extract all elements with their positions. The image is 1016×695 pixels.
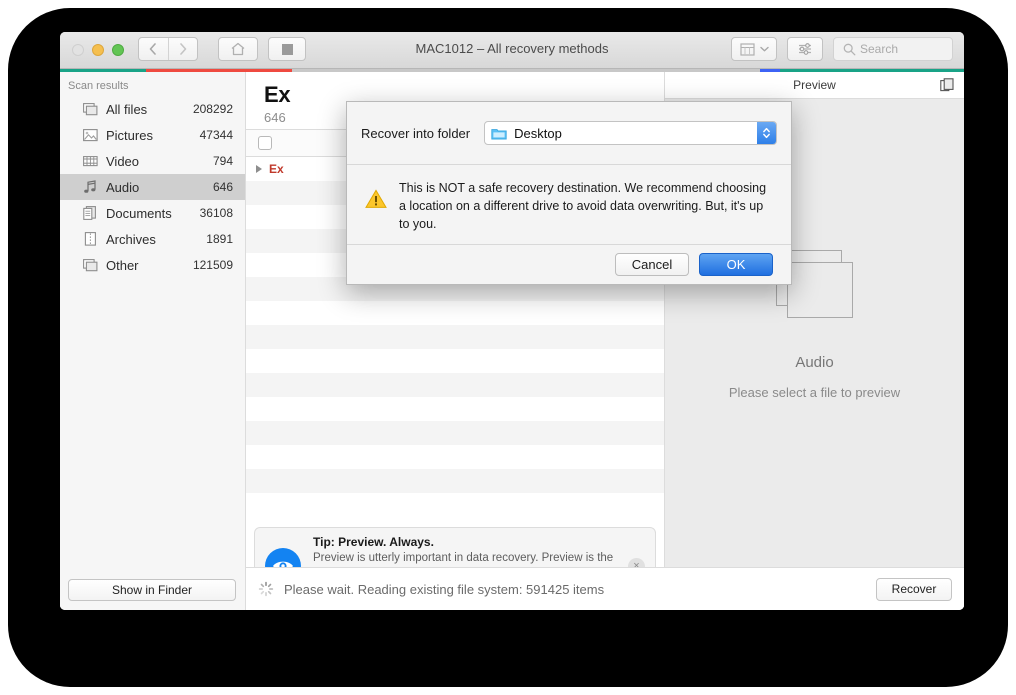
sidebar-item-label: Video: [106, 153, 140, 169]
sidebar-item-documents[interactable]: Documents 36108: [60, 200, 245, 226]
dialog-warning-message: This is NOT a safe recovery destination.…: [399, 181, 767, 232]
table-row[interactable]: [246, 325, 664, 349]
preview-kind-label: Audio: [795, 354, 834, 371]
recover-destination-dialog: Recover into folder Desktop This is NOT …: [346, 101, 792, 285]
select-all-checkbox[interactable]: [258, 136, 272, 150]
status-message: Please wait. Reading existing file syste…: [284, 581, 605, 597]
dialog-folder-row: Recover into folder Desktop: [347, 102, 791, 165]
screenshot-root: MAC1012 – All recovery methods Search Sc…: [0, 0, 1016, 695]
sidebar-item-count: 121509: [192, 258, 233, 272]
sidebar-item-count: 36108: [199, 206, 233, 220]
sidebar-item-count: 47344: [199, 128, 233, 142]
stepper-updown-icon[interactable]: [757, 122, 776, 144]
dialog-folder-label: Recover into folder: [361, 125, 471, 141]
expand-triangle-icon[interactable]: [256, 165, 262, 173]
sidebar-item-video[interactable]: Video 794: [60, 148, 245, 174]
sidebar-item-archives[interactable]: Archives 1891: [60, 226, 245, 252]
row-label: Ex: [269, 162, 284, 176]
dialog-buttons: Cancel OK: [347, 245, 791, 284]
sidebar-item-label: Documents: [106, 205, 172, 221]
app-window: MAC1012 – All recovery methods Search Sc…: [60, 32, 964, 610]
sidebar-item-label: Other: [106, 257, 139, 273]
view-mode-button[interactable]: [731, 37, 777, 61]
preview-header-title: Preview: [793, 78, 836, 92]
folder-icon: [491, 127, 507, 140]
table-row[interactable]: [246, 445, 664, 469]
sidebar: Scan results All files 208292 Pictures 4…: [60, 72, 246, 610]
pictures-icon: [82, 127, 98, 143]
folder-select[interactable]: Desktop: [484, 121, 777, 145]
sidebar-item-other[interactable]: Other 121509: [60, 252, 245, 278]
sidebar-item-count: 794: [212, 154, 233, 168]
preview-header: Preview: [665, 72, 964, 99]
sidebar-item-label: Audio: [106, 179, 140, 195]
ok-button[interactable]: OK: [699, 253, 773, 276]
other-icon: [82, 257, 98, 273]
sidebar-item-all-files[interactable]: All files 208292: [60, 96, 245, 122]
title-bar: MAC1012 – All recovery methods Search: [60, 32, 964, 69]
cancel-button[interactable]: Cancel: [615, 253, 689, 276]
sidebar-item-pictures[interactable]: Pictures 47344: [60, 122, 245, 148]
filter-sliders-icon: [799, 43, 811, 55]
show-in-finder-button[interactable]: Show in Finder: [68, 579, 236, 601]
sidebar-item-label: Pictures: [106, 127, 153, 143]
sidebar-item-count: 208292: [192, 102, 233, 116]
all-files-icon: [82, 101, 98, 117]
table-row[interactable]: [246, 469, 664, 493]
table-row[interactable]: [246, 421, 664, 445]
chevron-down-icon: [759, 46, 769, 52]
filter-button[interactable]: [787, 37, 823, 61]
warning-triangle-icon: [365, 189, 387, 209]
dialog-warning-row: This is NOT a safe recovery destination.…: [347, 165, 791, 245]
stacked-files-front: [786, 262, 853, 318]
table-row[interactable]: [246, 397, 664, 421]
search-placeholder: Search: [860, 42, 899, 56]
sidebar-item-count: 646: [212, 180, 233, 194]
preview-hint: Please select a file to preview: [728, 385, 901, 400]
sidebar-item-count: 1891: [206, 232, 233, 246]
sidebar-item-label: All files: [106, 101, 148, 117]
view-mode-icon: [739, 42, 755, 56]
documents-icon: [82, 205, 98, 221]
table-row[interactable]: [246, 301, 664, 325]
video-icon: [82, 153, 98, 169]
sidebar-item-label: Archives: [106, 231, 156, 247]
window-title: MAC1012 – All recovery methods: [415, 41, 609, 56]
search-input[interactable]: Search: [833, 37, 953, 61]
status-bar: Please wait. Reading existing file syste…: [246, 567, 964, 610]
audio-icon: [82, 179, 98, 195]
tip-title: Tip: Preview. Always.: [313, 534, 434, 549]
folder-select-value: Desktop: [514, 125, 562, 141]
archives-icon: [82, 231, 98, 247]
search-icon: [843, 43, 856, 56]
table-row[interactable]: [246, 349, 664, 373]
recover-button[interactable]: Recover: [876, 577, 952, 601]
copy-icon[interactable]: [940, 78, 954, 97]
loading-spinner-icon: [258, 581, 274, 597]
sidebar-item-audio[interactable]: Audio 646: [60, 174, 245, 200]
sidebar-header: Scan results: [68, 80, 129, 92]
table-row[interactable]: [246, 373, 664, 397]
